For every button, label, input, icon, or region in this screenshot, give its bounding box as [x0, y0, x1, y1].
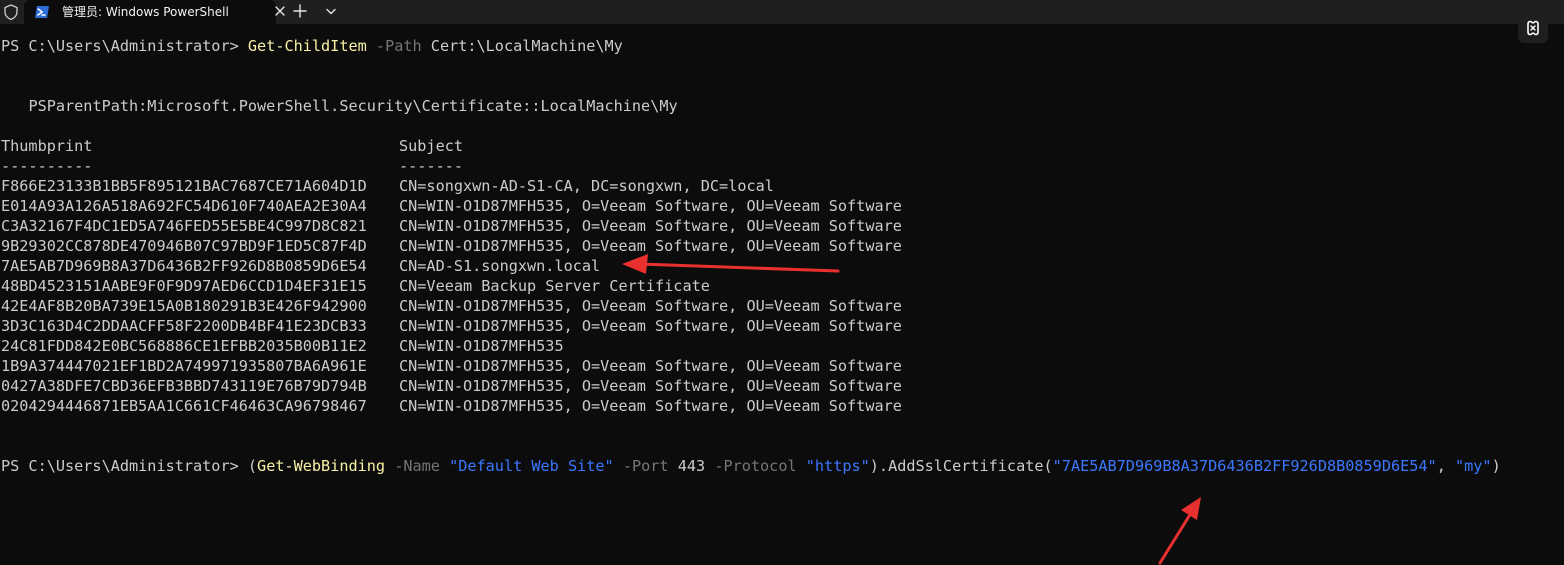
thumbprint-cell: 0204294446871EB5AA1C661CF46463CA96798467	[1, 397, 367, 415]
subject-cell: CN=WIN-O1D87MFH535	[399, 337, 564, 355]
method-call: ).AddSslCertificate(	[869, 457, 1053, 475]
table-row: C3A32167F4DC1ED5A746FED55E5BE4C997D8C821…	[1, 216, 902, 236]
terminal-output[interactable]: PS C:\Users\Administrator> Get-ChildItem…	[0, 24, 1564, 565]
comma: ,	[1436, 457, 1455, 475]
thumbprint-cell: E014A93A126A518A692FC54D610F740AEA2E30A4	[1, 197, 367, 215]
value-site-name: "Default Web Site"	[449, 457, 614, 475]
subject-cell: CN=WIN-O1D87MFH535, O=Veeam Software, OU…	[399, 237, 902, 255]
tab-powershell[interactable]: 管理员: Windows PowerShell	[24, 0, 285, 24]
table-row: 3D3C163D4C2DDAACFF58F2200DB4BF41E23DCB33…	[1, 316, 902, 336]
cmdlet: Get-ChildItem	[247, 37, 367, 55]
subject-cell: CN=WIN-O1D87MFH535, O=Veeam Software, OU…	[399, 217, 902, 235]
prompt: PS C:\Users\Administrator>	[1, 37, 248, 55]
subject-cell: CN=songxwn-AD-S1-CA, DC=songxwn, DC=loca…	[399, 177, 774, 195]
command-line-2: PS C:\Users\Administrator> (Get-WebBindi…	[1, 456, 1501, 476]
table-row: 24C81FDD842E0BC568886CE1EFBB2035B00B11E2…	[1, 336, 564, 356]
thumbprint-cell: C3A32167F4DC1ED5A746FED55E5BE4C997D8C821	[1, 217, 367, 235]
parameter-protocol: -Protocol	[714, 457, 797, 475]
close-paren: )	[1491, 457, 1501, 475]
header-subject: Subject	[399, 137, 464, 155]
thumbprint-cell: 7AE5AB7D969B8A37D6436B2FF926D8B0859D6E54	[1, 257, 367, 275]
separator-thumbprint: ----------	[1, 157, 93, 175]
subject-cell: CN=WIN-O1D87MFH535, O=Veeam Software, OU…	[399, 397, 902, 415]
title-bar: 管理员: Windows PowerShell	[0, 0, 1564, 24]
table-header: Thumbprint Subject	[1, 136, 463, 156]
table-separator: ---------- -------	[1, 156, 463, 176]
header-thumbprint: Thumbprint	[1, 137, 93, 155]
subject-cell: CN=WIN-O1D87MFH535, O=Veeam Software, OU…	[399, 317, 902, 335]
table-row: 0204294446871EB5AA1C661CF46463CA96798467…	[1, 396, 902, 416]
prompt: PS C:\Users\Administrator>	[1, 457, 248, 475]
open-paren: (	[247, 457, 258, 475]
thumbprint-cell: F866E23133B1BB5F895121BAC7687CE71A604D1D	[1, 177, 367, 195]
thumbprint-cell: 0427A38DFE7CBD36EFB3BBD743119E76B79D794B	[1, 377, 367, 395]
command-line-1: PS C:\Users\Administrator> Get-ChildItem…	[1, 36, 623, 56]
shield-icon	[4, 4, 18, 21]
cmdlet: Get-WebBinding	[257, 457, 386, 475]
thumbprint-cell: 42E4AF8B20BA739E15A0B180291B3E426F942900	[1, 297, 367, 315]
value-protocol: "https"	[805, 457, 870, 475]
powershell-icon	[35, 6, 49, 18]
parameter-port: -Port	[622, 457, 669, 475]
table-row: F866E23133B1BB5F895121BAC7687CE71A604D1D…	[1, 176, 774, 196]
thumbprint-cell: 48BD4523151AABE9F0F9D97AED6CCD1D4EF31E15	[1, 277, 367, 295]
table-row: 0427A38DFE7CBD36EFB3BBD743119E76B79D794B…	[1, 376, 902, 396]
thumbprint-cell: 3D3C163D4C2DDAACFF58F2200DB4BF41E23DCB33	[1, 317, 367, 335]
thumbprint-cell: 1B9A374447021EF1BD2A749971935807BA6A961E	[1, 357, 367, 375]
copilot-icon[interactable]	[1518, 13, 1548, 43]
subject-cell: CN=AD-S1.songxwn.local	[399, 257, 601, 275]
subject-cell: CN=WIN-O1D87MFH535, O=Veeam Software, OU…	[399, 297, 902, 315]
subject-cell: CN=Veeam Backup Server Certificate	[399, 277, 710, 295]
separator-subject: -------	[399, 157, 464, 175]
argument: Cert:\LocalMachine\My	[430, 37, 623, 55]
parameter-name: -Name	[394, 457, 440, 475]
ps-parent-path: PSParentPath:Microsoft.PowerShell.Securi…	[1, 96, 678, 116]
value-store: "my"	[1455, 457, 1492, 475]
value-thumbprint: "7AE5AB7D969B8A37D6436B2FF926D8B0859D6E5…	[1052, 457, 1437, 475]
value-port: 443	[677, 457, 706, 475]
subject-cell: CN=WIN-O1D87MFH535, O=Veeam Software, OU…	[399, 377, 902, 395]
tab-title: 管理员: Windows PowerShell	[62, 5, 229, 19]
plus-icon[interactable]	[288, 0, 312, 24]
thumbprint-cell: 24C81FDD842E0BC568886CE1EFBB2035B00B11E2	[1, 337, 367, 355]
chevron-down-icon[interactable]	[320, 0, 342, 24]
thumbprint-cell: 9B29302CC878DE470946B07C97BD9F1ED5C87F4D	[1, 237, 367, 255]
ps-parent-path-text: PSParentPath:Microsoft.PowerShell.Securi…	[28, 97, 678, 115]
table-row: 9B29302CC878DE470946B07C97BD9F1ED5C87F4D…	[1, 236, 902, 256]
table-row: 42E4AF8B20BA739E15A0B180291B3E426F942900…	[1, 296, 902, 316]
table-row: 48BD4523151AABE9F0F9D97AED6CCD1D4EF31E15…	[1, 276, 710, 296]
parameter: -Path	[375, 37, 422, 55]
subject-cell: CN=WIN-O1D87MFH535, O=Veeam Software, OU…	[399, 357, 902, 375]
table-row: 7AE5AB7D969B8A37D6436B2FF926D8B0859D6E54…	[1, 256, 600, 276]
table-row: 1B9A374447021EF1BD2A749971935807BA6A961E…	[1, 356, 902, 376]
subject-cell: CN=WIN-O1D87MFH535, O=Veeam Software, OU…	[399, 197, 902, 215]
table-row: E014A93A126A518A692FC54D610F740AEA2E30A4…	[1, 196, 902, 216]
